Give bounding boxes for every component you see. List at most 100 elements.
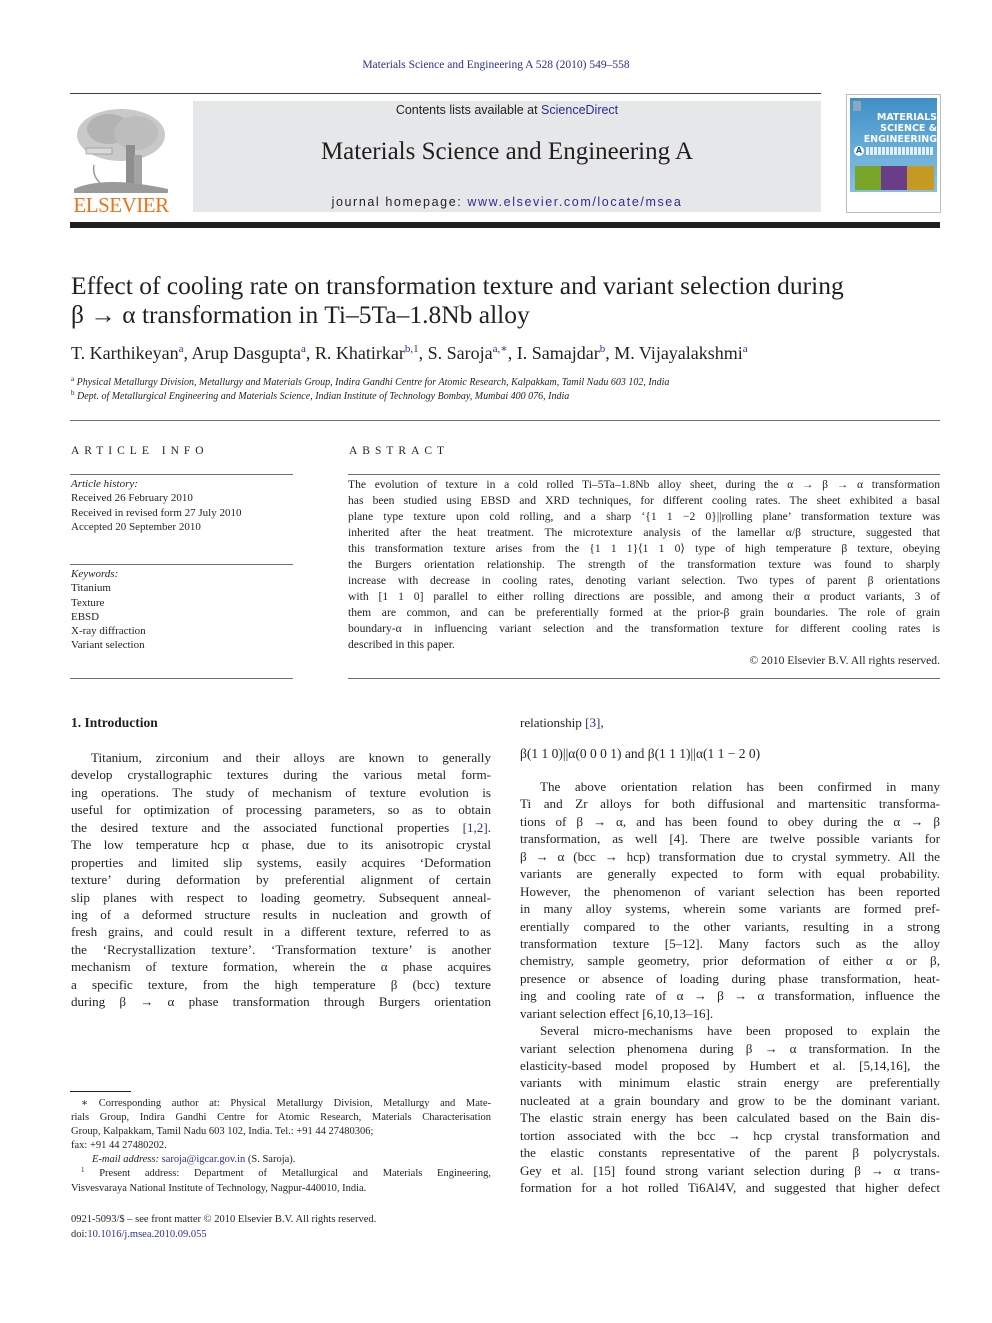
abstract-heading: ABSTRACT	[349, 445, 450, 457]
body-line: tortion associated with the bcc → hcp cr…	[520, 1127, 940, 1143]
body-line: The above orientation relation has been …	[540, 779, 940, 794]
contents-line: Contents lists available at ScienceDirec…	[395, 103, 619, 117]
body-line: develop crystallographic textures during…	[71, 767, 491, 783]
email-link[interactable]: saroja@igcar.gov.in	[162, 1154, 246, 1165]
body-line: in many alloy systems, wherein some vari…	[520, 901, 940, 917]
divider	[70, 474, 293, 475]
intro-right-paragraph-1: The above orientation relation has been …	[520, 778, 940, 1197]
body-line: chemistry, sample geometry, prior deform…	[520, 953, 940, 969]
article-history: Article history: Received 26 February 20…	[71, 477, 241, 534]
body-line: variant selection phenomena during β → α…	[520, 1040, 940, 1056]
elsevier-wordmark: ELSEVIER	[73, 193, 169, 217]
elsevier-logo[interactable]: ELSEVIER	[70, 103, 172, 217]
body-line: ing operations. The study of mechanism o…	[71, 784, 491, 800]
affiliation-b: b Dept. of Metallurgical Engineering and…	[71, 389, 570, 403]
keyword: X-ray diffraction	[71, 625, 146, 638]
body-line: formation for a hot rolled Ti6Al4V, and …	[520, 1180, 940, 1196]
body-line: the elastic constants representative of …	[520, 1145, 940, 1161]
cover-micrograph-purple	[881, 166, 907, 190]
elsevier-tree-icon	[74, 109, 168, 193]
body-line: The elastic strain energy has been calcu…	[520, 1110, 940, 1126]
front-matter: 0921-5093/$ – see front matter © 2010 El…	[71, 1212, 376, 1242]
body-line: nucleated at a grain boundary and grow t…	[520, 1092, 940, 1108]
article-history-label: Article history:	[71, 478, 138, 490]
abstract-copyright: © 2010 Elsevier B.V. All rights reserved…	[749, 654, 940, 667]
body-line: transformation texture [5–12]. Many fact…	[520, 935, 940, 951]
author[interactable]: Arup Dasgupta	[192, 343, 301, 363]
author-affiliation-marker[interactable]: b	[600, 343, 606, 355]
article-info-heading: ARTICLE INFO	[71, 445, 209, 457]
body-line: variant selection effect [6,10,13–16].	[520, 1005, 714, 1021]
abstract-line: plane type texture upon cold rolling, an…	[348, 510, 940, 523]
abstract-line: inherited after the heat treatment. The …	[348, 526, 940, 539]
author-affiliation-marker[interactable]: a	[743, 343, 748, 355]
body-line: slip planes with respect to loading geom…	[71, 889, 491, 905]
abstract-line: The evolution of texture in a cold rolle…	[348, 478, 940, 491]
body-line: fresh grains, and could result in a diff…	[71, 924, 491, 940]
affiliation-a: a Physical Metallurgy Division, Metallur…	[71, 375, 670, 389]
author-affiliation-marker[interactable]: a	[179, 343, 184, 355]
author[interactable]: S. Saroja	[428, 343, 493, 363]
author[interactable]: M. Vijayalakshmi	[614, 343, 743, 363]
email-footnote: E-mail address: saroja@igcar.gov.in (S. …	[92, 1154, 296, 1166]
keyword: Texture	[71, 596, 105, 609]
journal-cover-image[interactable]: MATERIALS SCIENCE & ENGINEERING A	[846, 94, 941, 213]
body-line: properties and limited slip systems, eas…	[71, 854, 491, 870]
body-line: ing and cooling rate of α → β → α transf…	[520, 988, 940, 1004]
header-rule	[70, 93, 821, 94]
citation-link[interactable]: [3]	[585, 715, 600, 730]
journal-masthead: Contents lists available at ScienceDirec…	[193, 101, 821, 212]
body-line: Titanium, zirconium and their alloys are…	[91, 750, 491, 765]
body-line: Several micro-mechanisms have been propo…	[540, 1023, 940, 1039]
cover-title: MATERIALS SCIENCE & ENGINEERING	[863, 112, 937, 145]
history-item: Accepted 20 September 2010	[71, 520, 201, 533]
divider	[70, 564, 293, 565]
body-line: texture’ during deformation by preferent…	[71, 872, 491, 888]
issn-line: 0921-5093/$ – see front matter © 2010 El…	[71, 1214, 377, 1225]
cover-micrograph-gold	[907, 166, 934, 190]
body-line: presence or absence of loading during ph…	[520, 970, 940, 986]
cover-footer	[850, 192, 937, 209]
abstract-line: them are common, and can be preferential…	[348, 606, 940, 619]
cover-subtitle	[866, 147, 934, 155]
abstract-line: described in this paper.	[348, 638, 455, 651]
abstract-body: The evolution of texture in a cold rolle…	[348, 477, 940, 669]
body-line: useful for optimization of processing pa…	[71, 802, 491, 818]
footnote-line: 1 Present address: Department of Metallu…	[81, 1166, 491, 1180]
divider	[70, 678, 293, 679]
author-affiliation-marker[interactable]: a,∗	[493, 343, 508, 355]
footnote-line: Group, Kalpakkam, Tamil Nadu 603 102, In…	[71, 1126, 374, 1138]
body-line: a specific texture, from the high temper…	[71, 976, 491, 992]
author-affiliation-marker[interactable]: a	[301, 343, 306, 355]
author[interactable]: I. Samajdar	[517, 343, 600, 363]
doi-line: doi:10.1016/j.msea.2010.09.055	[71, 1229, 207, 1240]
body-line: Gey et al. [15] found strong variant sel…	[520, 1162, 940, 1178]
body-line: variants are generally expected to form …	[520, 866, 940, 882]
doi-link[interactable]: 10.1016/j.msea.2010.09.055	[87, 1229, 206, 1240]
footnote-line: ∗ Corresponding author at: Physical Meta…	[81, 1098, 491, 1109]
abstract-line: has been studied using EBSD and XRD tech…	[348, 494, 940, 507]
author-list: T. Karthikeyana, Arup Dasguptaa, R. Khat…	[71, 343, 748, 363]
author[interactable]: T. Karthikeyan	[71, 343, 179, 363]
body-line: tions of β → α, and has been found to ob…	[520, 813, 940, 829]
history-item: Received in revised form 27 July 2010	[71, 506, 242, 519]
journal-homepage-link[interactable]: www.elsevier.com/locate/msea	[467, 195, 682, 209]
body-line: during β → α phase transformation throug…	[71, 994, 491, 1010]
keywords: Keywords: Titanium Texture EBSD X-ray di…	[71, 567, 146, 653]
journal-homepage-line: journal homepage: www.elsevier.com/locat…	[331, 195, 683, 209]
author-affiliation-marker[interactable]: b,1	[405, 343, 419, 355]
body-line: mechanism of texture formation, wherein …	[71, 959, 491, 975]
body-line: the ‘Recrystallization texture’. ‘Transf…	[71, 941, 491, 957]
abstract-line: boundary-α in influencing variant select…	[348, 622, 940, 635]
abstract-line: this transformation texture arises from …	[348, 542, 940, 555]
footnote-line: fax: +91 44 27480202.	[71, 1140, 167, 1152]
sciencedirect-link[interactable]: ScienceDirect	[541, 103, 618, 117]
body-line: ing of a deformed structure results in n…	[71, 906, 491, 922]
footnote-line: rials Group, Indira Gandhi Centre for At…	[71, 1112, 491, 1124]
history-item: Received 26 February 2010	[71, 492, 193, 505]
author[interactable]: R. Khatirkar	[315, 343, 405, 363]
section-divider	[70, 420, 940, 421]
body-line: erentially compared to the other variant…	[520, 918, 940, 934]
citation-link[interactable]: [1,2]	[463, 820, 488, 835]
running-head[interactable]: Materials Science and Engineering A 528 …	[0, 59, 992, 71]
